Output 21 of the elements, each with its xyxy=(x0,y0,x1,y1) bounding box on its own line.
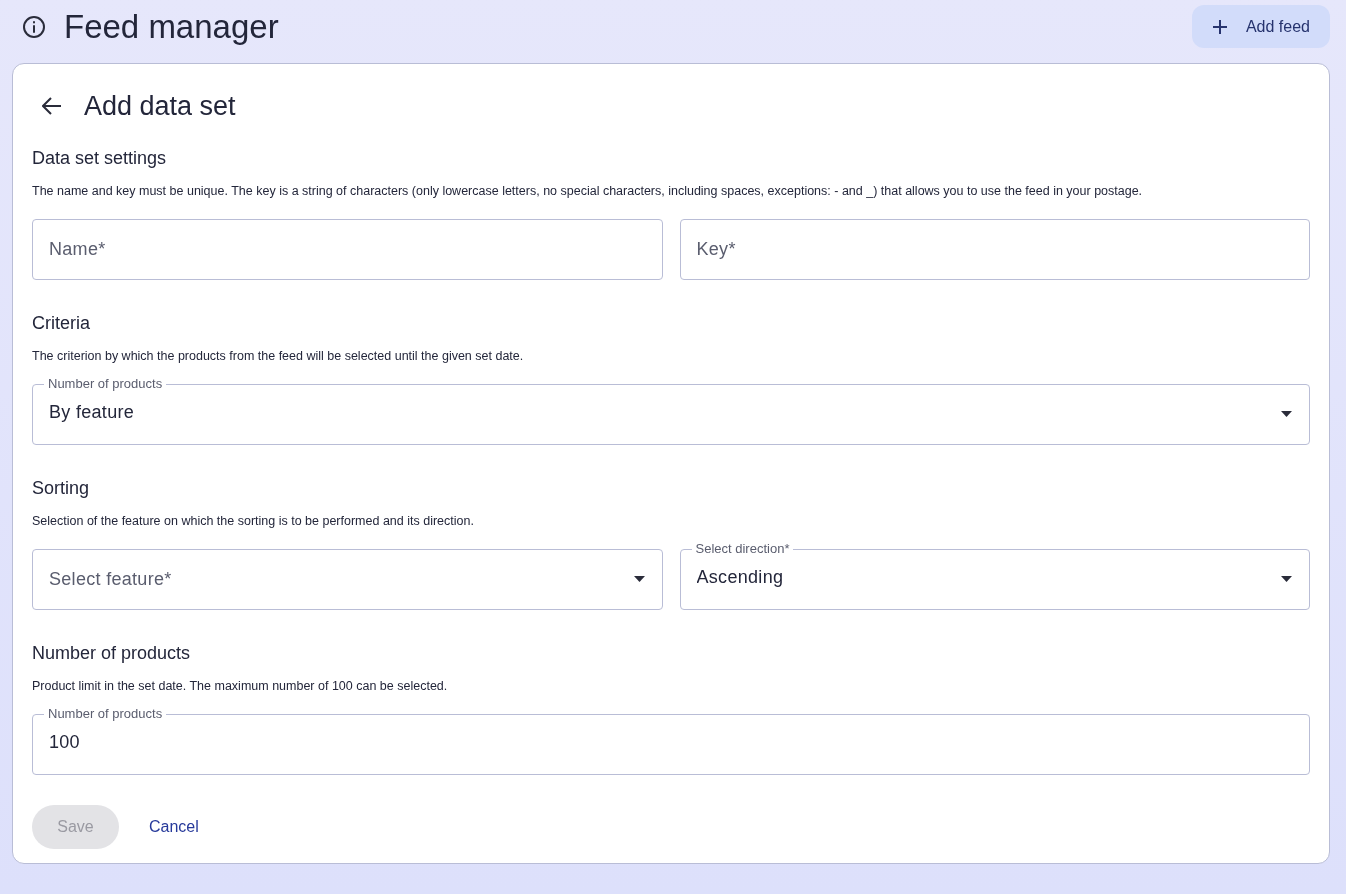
section-title: Criteria xyxy=(32,311,91,335)
dropdown-field[interactable]: Select feature* xyxy=(32,548,663,610)
plus-icon xyxy=(1211,18,1228,35)
section-description: Product limit in the set date. The maximum number of 100 can be selected. xyxy=(32,677,449,694)
card-title: Add data set xyxy=(84,90,236,123)
dropdown-caret-icon xyxy=(1281,575,1292,582)
dropdown-caret-icon xyxy=(633,575,645,582)
cancel-link[interactable]: Cancel xyxy=(131,814,217,839)
section-description: The criterion by which the products from the feed will be selected until the given set date. xyxy=(32,347,525,364)
section-title: Number of products xyxy=(32,641,192,665)
add-feed-button[interactable]: Add feed xyxy=(1191,5,1330,48)
section-description: Selection of the feature on which the sorting is to be performed and its direction. xyxy=(32,512,475,529)
input-field[interactable]: Key* xyxy=(679,218,1310,280)
input-field[interactable]: Name* xyxy=(32,218,663,280)
section-title: Data set settings xyxy=(32,146,168,170)
info-icon[interactable] xyxy=(22,14,46,39)
dropdown-caret-icon xyxy=(1281,410,1292,417)
section-description: The name and key must be unique. The key is a string of characters (only lowercase letters, no special characters, including spaces, exceptions: - and _) that allows you to use the feed in your postage. xyxy=(32,182,1144,199)
back-arrow-icon[interactable] xyxy=(42,97,62,116)
page-title: Feed manager xyxy=(64,6,279,47)
section-title: Sorting xyxy=(32,476,91,500)
